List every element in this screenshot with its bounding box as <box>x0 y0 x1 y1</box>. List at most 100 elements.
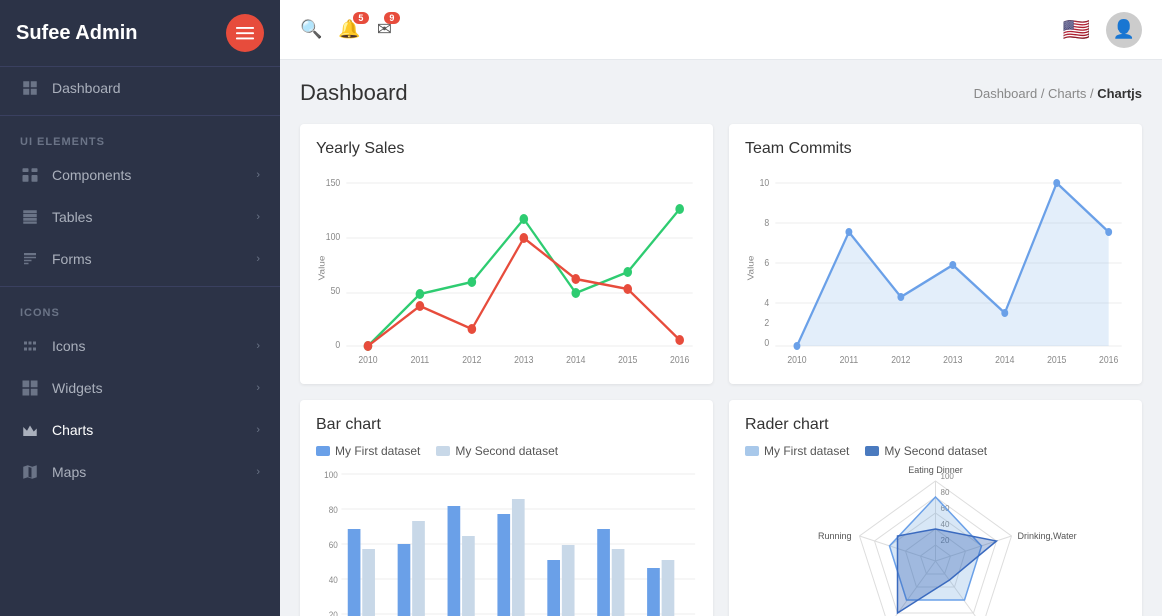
page-title: Dashboard <box>300 80 408 106</box>
chevron-right-icon: › <box>256 253 260 265</box>
team-commits-chart: 10 8 6 4 2 0 Value 2010 <box>745 168 1126 368</box>
svg-text:8: 8 <box>764 217 769 228</box>
sidebar-item-icons[interactable]: Icons › <box>0 325 280 367</box>
svg-text:150: 150 <box>326 177 340 188</box>
maps-icon <box>20 462 40 482</box>
chevron-right-icon: › <box>256 382 260 394</box>
sidebar-item-components[interactable]: Components › <box>0 154 280 196</box>
chevron-right-icon: › <box>256 466 260 478</box>
widgets-icon <box>20 378 40 398</box>
legend-item-1: My First dataset <box>316 444 420 458</box>
svg-text:2015: 2015 <box>1047 354 1066 365</box>
yearly-sales-chart: 150 100 50 0 Value 2010 2011 <box>316 168 697 368</box>
radar-legend-color-1 <box>745 446 759 456</box>
sidebar-item-label: Forms <box>52 251 256 267</box>
svg-text:100: 100 <box>326 231 340 242</box>
radar-chart-card: Rader chart My First dataset My Second d… <box>729 400 1142 616</box>
radar-legend-item-1: My First dataset <box>745 444 849 458</box>
sidebar: Sufee Admin Dashboard UI ELEMENTS Compon… <box>0 0 280 616</box>
svg-text:2013: 2013 <box>514 354 533 365</box>
breadcrumb: Dashboard / Charts / Chartjs <box>974 86 1142 101</box>
notifications-button[interactable]: 🔔 5 <box>338 19 360 40</box>
radar-legend-color-2 <box>865 446 879 456</box>
svg-text:40: 40 <box>329 575 338 585</box>
radar-chart-container: 100 80 60 40 20 Eating Dinner Drinking,W… <box>745 466 1126 616</box>
sidebar-item-widgets[interactable]: Widgets › <box>0 367 280 409</box>
topbar: 🔍 🔔 5 ✉ 9 🇺🇸 👤 <box>280 0 1162 60</box>
app-name: Sufee Admin <box>16 22 226 45</box>
svg-text:2012: 2012 <box>891 354 910 365</box>
mail-badge: 9 <box>384 12 400 24</box>
svg-text:60: 60 <box>329 540 338 550</box>
svg-text:2: 2 <box>764 317 769 328</box>
chevron-right-icon: › <box>256 169 260 181</box>
legend-color-2 <box>436 446 450 456</box>
svg-text:100: 100 <box>324 470 338 480</box>
svg-text:Drinking,Water: Drinking,Water <box>1018 531 1077 541</box>
radar-legend-label-2: My Second dataset <box>884 444 987 458</box>
chevron-right-icon: › <box>256 424 260 436</box>
sidebar-item-label: Icons <box>52 338 256 354</box>
radar-chart-legend: My First dataset My Second dataset <box>745 444 1126 458</box>
svg-text:50: 50 <box>331 285 341 296</box>
svg-text:10: 10 <box>760 177 770 188</box>
svg-text:0: 0 <box>764 337 769 348</box>
sidebar-item-label: Charts <box>52 422 256 438</box>
chevron-right-icon: › <box>256 340 260 352</box>
forms-icon <box>20 249 40 269</box>
charts-grid: Yearly Sales 150 100 50 0 Value <box>300 124 1142 616</box>
menu-toggle-button[interactable] <box>226 14 264 52</box>
svg-text:80: 80 <box>941 488 950 497</box>
yearly-sales-title: Yearly Sales <box>316 140 697 158</box>
page-content: Dashboard Dashboard / Charts / Chartjs Y… <box>280 60 1162 616</box>
sidebar-item-maps[interactable]: Maps › <box>0 451 280 493</box>
sidebar-item-charts[interactable]: Charts › <box>0 409 280 451</box>
search-icon[interactable]: 🔍 <box>300 19 322 40</box>
svg-text:2016: 2016 <box>1099 354 1118 365</box>
svg-text:0: 0 <box>335 339 340 350</box>
svg-text:2010: 2010 <box>358 354 377 365</box>
sidebar-item-label: Widgets <box>52 380 256 396</box>
svg-text:Running: Running <box>818 531 852 541</box>
legend-item-2: My Second dataset <box>436 444 558 458</box>
language-selector[interactable]: 🇺🇸 <box>1063 17 1090 43</box>
content-header: Dashboard Dashboard / Charts / Chartjs <box>300 80 1142 106</box>
radar-legend-label-1: My First dataset <box>764 444 849 458</box>
main-content: 🔍 🔔 5 ✉ 9 🇺🇸 👤 Dashboard Dashboard / Cha… <box>280 0 1162 616</box>
svg-text:2014: 2014 <box>995 354 1014 365</box>
svg-text:2011: 2011 <box>840 354 859 365</box>
svg-text:6: 6 <box>764 257 769 268</box>
mail-button[interactable]: ✉ 9 <box>377 19 392 40</box>
bar-chart-title: Bar chart <box>316 416 697 434</box>
chevron-right-icon: › <box>256 211 260 223</box>
legend-label-2: My Second dataset <box>455 444 558 458</box>
sidebar-item-dashboard[interactable]: Dashboard <box>0 67 280 109</box>
sidebar-header: Sufee Admin <box>0 0 280 67</box>
svg-text:2010: 2010 <box>787 354 806 365</box>
svg-text:2016: 2016 <box>670 354 689 365</box>
svg-text:2011: 2011 <box>411 354 430 365</box>
svg-text:2014: 2014 <box>566 354 585 365</box>
icons-icon <box>20 336 40 356</box>
svg-text:2015: 2015 <box>618 354 637 365</box>
yearly-sales-card: Yearly Sales 150 100 50 0 Value <box>300 124 713 384</box>
svg-text:Eating Dinner: Eating Dinner <box>908 466 963 475</box>
user-avatar[interactable]: 👤 <box>1106 12 1142 48</box>
svg-text:2013: 2013 <box>943 354 962 365</box>
svg-text:80: 80 <box>329 505 338 515</box>
svg-text:20: 20 <box>329 610 338 616</box>
sidebar-item-label: Maps <box>52 464 256 480</box>
components-icon <box>20 165 40 185</box>
radar-legend-item-2: My Second dataset <box>865 444 987 458</box>
svg-text:Value: Value <box>317 256 326 281</box>
sidebar-item-forms[interactable]: Forms › <box>0 238 280 280</box>
dashboard-icon <box>20 78 40 98</box>
bell-badge: 5 <box>353 12 369 24</box>
svg-text:Value: Value <box>746 256 755 281</box>
bar-chart-card: Bar chart My First dataset My Second dat… <box>300 400 713 616</box>
sidebar-item-label: Tables <box>52 209 256 225</box>
team-commits-title: Team Commits <box>745 140 1126 158</box>
sidebar-item-tables[interactable]: Tables › <box>0 196 280 238</box>
svg-text:4: 4 <box>764 297 769 308</box>
svg-text:2012: 2012 <box>462 354 481 365</box>
